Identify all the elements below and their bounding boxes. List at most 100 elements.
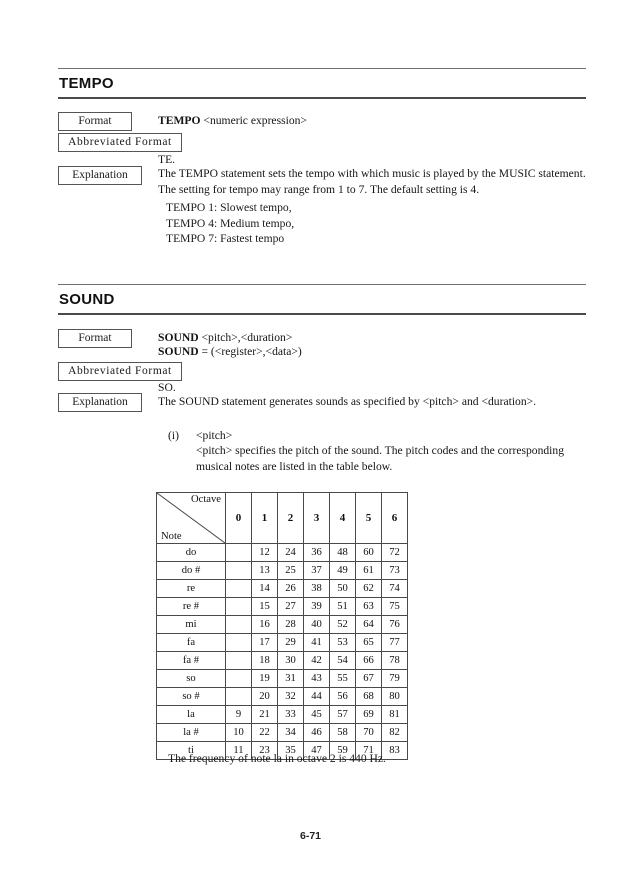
pitch-code-cell: 57 [329,705,356,724]
pitch-code-cell: 60 [355,543,382,562]
pitch-code-cell [225,579,252,598]
label-box-explanation-sound: Explanation [58,393,142,412]
pitch-code-cell: 14 [251,579,278,598]
pitch-table-body: do 12 24 36 48 60 72 do # 13 25 37 49 61 73 re 14 26 38 50… [156,543,408,760]
label-box-abbreviated-format-tempo: Abbreviated Format [58,133,182,152]
explanation-paragraph-sound: The SOUND statement generates sounds as … [158,395,537,408]
pitch-code-cell: 26 [277,579,304,598]
page-title-tempo: TEMPO [59,75,114,92]
list-item: TEMPO 4: Medium tempo, [166,216,295,230]
pitch-code-cell: 34 [277,723,304,742]
pitch-code-cell: 27 [277,597,304,616]
table-row: fa 17 29 41 53 65 77 [156,633,408,652]
format-line-sound-2: SOUND = (<register>,<data>) [158,344,302,360]
heading-rule-bottom [58,97,586,99]
table-row: la 9 21 33 45 57 69 81 [156,705,408,724]
table-corner-cell: Octave Note [156,492,226,544]
format-keyword-tempo: TEMPO [158,114,201,127]
list-item: TEMPO 1: Slowest tempo, [166,201,292,214]
note-name-cell: mi [156,615,226,634]
pitch-code-cell: 63 [355,597,382,616]
octave-header: 2 [277,492,304,544]
pitch-code-cell: 67 [355,669,382,688]
pitch-code-cell: 22 [251,723,278,742]
pitch-code-cell: 51 [329,597,356,616]
pitch-code-cell: 41 [303,633,330,652]
tempo-value-list: TEMPO 1: Slowest tempo, TEMPO 4: Medium … [166,200,294,247]
list-item: TEMPO 7: Fastest tempo [166,232,285,245]
pitch-code-cell: 30 [277,651,304,670]
pitch-code-cell: 61 [355,561,382,580]
label-box-format-tempo: Format [58,112,132,131]
corner-octave-label: Octave [191,494,221,505]
pitch-code-cell [225,561,252,580]
octave-header: 4 [329,492,356,544]
pitch-code-cell: 25 [277,561,304,580]
pitch-code-cell: 20 [251,687,278,706]
pitch-code-cell: 56 [329,687,356,706]
pitch-code-cell: 54 [329,651,356,670]
pitch-code-cell [225,615,252,634]
item-paragraph-pitch: <pitch> specifies the pitch of the sound… [196,444,564,473]
format-line-tempo: TEMPO <numeric expression> [158,113,307,129]
octave-header: 3 [303,492,330,544]
label-box-abbreviated-format-sound: Abbreviated Format [58,362,182,381]
note-name-cell: so # [156,687,226,706]
table-row: mi 16 28 40 52 64 76 [156,615,408,634]
pitch-code-cell: 62 [355,579,382,598]
pitch-code-cell: 77 [381,633,408,652]
pitch-code-cell: 82 [381,723,408,742]
note-name-cell: la [156,705,226,724]
pitch-code-cell: 44 [303,687,330,706]
table-row: do # 13 25 37 49 61 73 [156,561,408,580]
pitch-code-cell: 75 [381,597,408,616]
format-args-sound-1: <pitch>,<duration> [198,331,293,344]
pitch-code-cell: 19 [251,669,278,688]
format-args-sound-2: = (<register>,<data>) [198,345,302,358]
note-name-cell: re # [156,597,226,616]
table-row: so # 20 32 44 56 68 80 [156,687,408,706]
pitch-code-cell: 64 [355,615,382,634]
pitch-code-cell: 28 [277,615,304,634]
page-title-sound: SOUND [59,291,115,308]
note-name-cell: fa [156,633,226,652]
pitch-code-cell: 46 [303,723,330,742]
section-heading-sound: SOUND [58,284,586,315]
note-name-cell: do [156,543,226,562]
pitch-code-cell: 32 [277,687,304,706]
section-heading-tempo: TEMPO [58,68,586,99]
pitch-code-cell: 66 [355,651,382,670]
table-row: so 19 31 43 55 67 79 [156,669,408,688]
format-keyword-sound-2: SOUND [158,345,199,358]
pitch-code-cell: 70 [355,723,382,742]
pitch-code-cell: 37 [303,561,330,580]
pitch-code-cell: 69 [355,705,382,724]
pitch-code-cell: 49 [329,561,356,580]
pitch-code-cell: 76 [381,615,408,634]
pitch-code-cell: 73 [381,561,408,580]
note-name-cell: fa # [156,651,226,670]
pitch-code-cell: 42 [303,651,330,670]
pitch-code-cell: 58 [329,723,356,742]
pitch-code-cell: 9 [225,705,252,724]
pitch-code-cell: 81 [381,705,408,724]
pitch-code-cell: 48 [329,543,356,562]
octave-header: 6 [381,492,408,544]
note-name-cell: la # [156,723,226,742]
pitch-code-table: Octave Note 0 1 2 3 4 5 6 do 12 24 36 48 60 72… [156,492,408,760]
corner-note-label: Note [161,531,182,542]
table-row: fa # 18 30 42 54 66 78 [156,651,408,670]
table-row: re # 15 27 39 51 63 75 [156,597,408,616]
pitch-code-cell: 52 [329,615,356,634]
pitch-code-cell: 17 [251,633,278,652]
octave-header: 1 [251,492,278,544]
pitch-code-cell: 55 [329,669,356,688]
format-keyword-sound-1: SOUND [158,331,199,344]
item-marker-pitch: (i) [168,429,179,442]
format-args-tempo: <numeric expression> [200,114,307,127]
pitch-code-cell: 24 [277,543,304,562]
pitch-code-cell: 53 [329,633,356,652]
pitch-code-cell: 12 [251,543,278,562]
pitch-code-cell [225,687,252,706]
note-name-cell: so [156,669,226,688]
